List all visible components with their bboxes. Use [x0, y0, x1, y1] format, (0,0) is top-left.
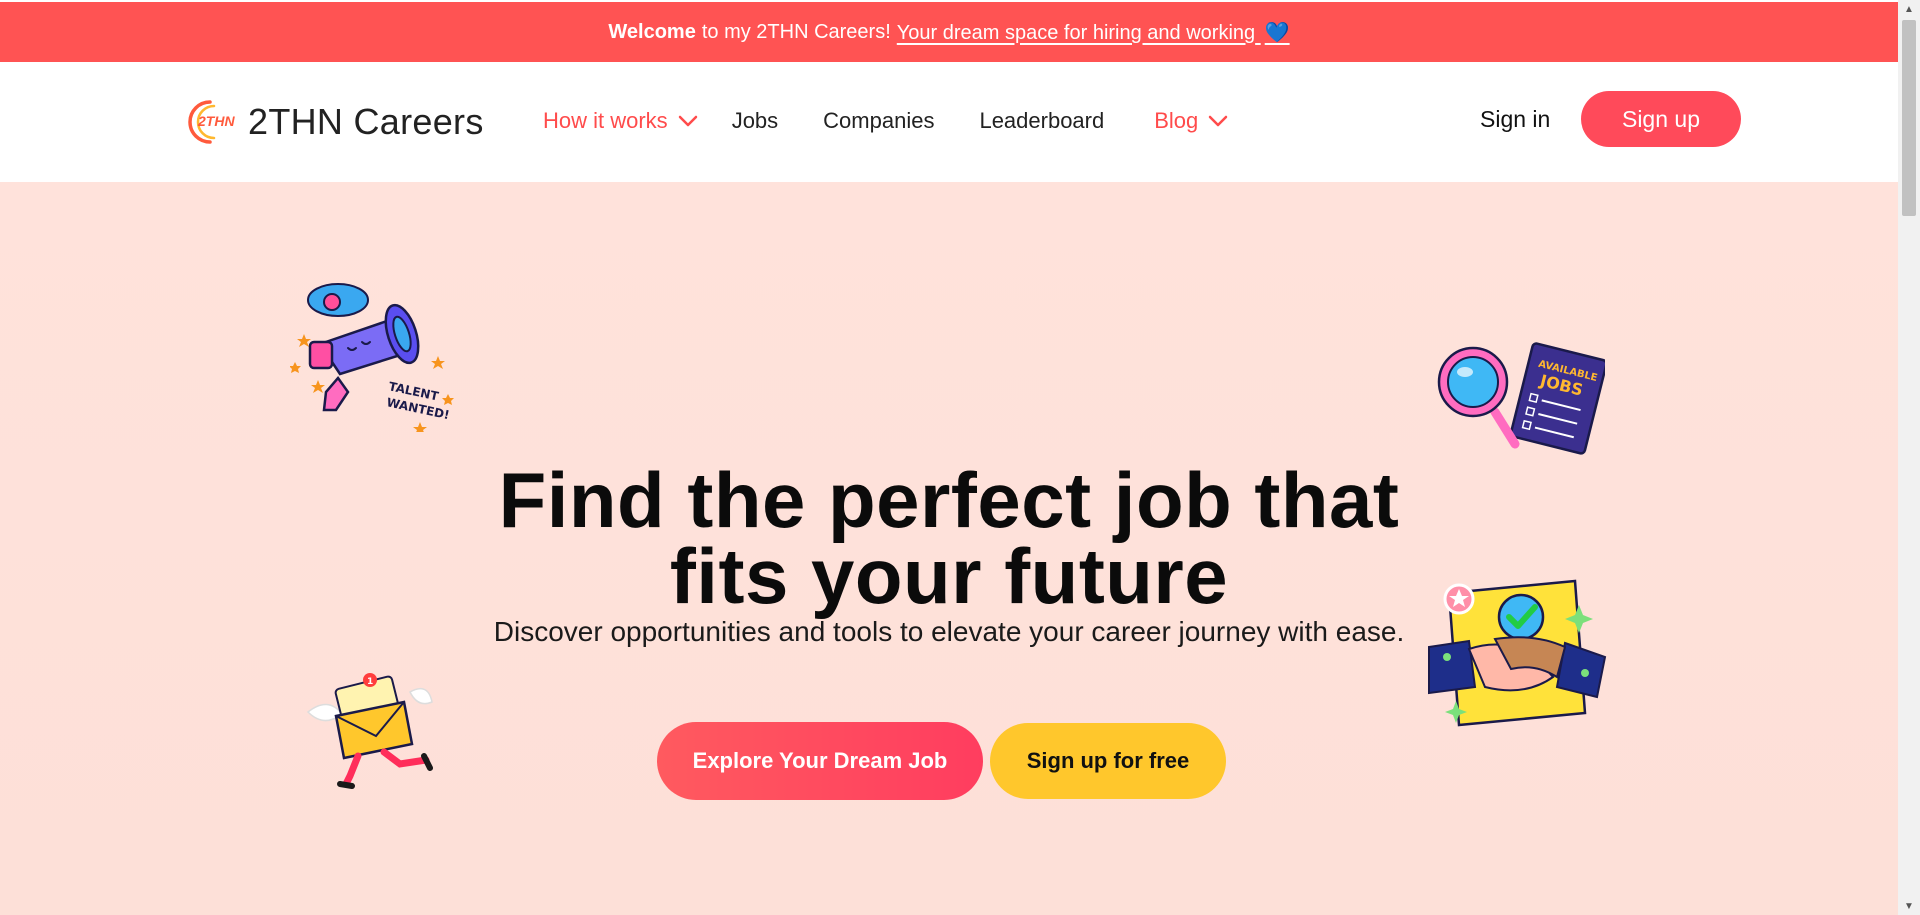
sign-up-button[interactable]: Sign up [1581, 91, 1741, 147]
site-header: 2THN 2THN Careers How it works Jobs Comp… [0, 62, 1898, 182]
page: Welcome to my 2THN Careers! Your dream s… [0, 0, 1898, 915]
announcement-link-text: Your dream space for hiring and working [896, 21, 1256, 44]
hero-section: TALENT WANTED! AVAILABLE JOBS 1 Find the… [0, 182, 1898, 915]
megaphone-sticker: TALENT WANTED! [290, 283, 454, 432]
scroll-thumb[interactable] [1902, 20, 1916, 216]
nav-how-it-works[interactable]: How it works [543, 108, 698, 134]
nav-jobs-label: Jobs [731, 108, 779, 133]
flying-envelope-sticker: 1 [306, 673, 433, 789]
scroll-up-arrow-icon[interactable]: ▲ [1898, 0, 1920, 18]
nav-companies[interactable]: Companies [823, 108, 934, 134]
page-scrollbar[interactable]: ▲ ▼ [1898, 0, 1920, 915]
sign-in-link[interactable]: Sign in [1480, 106, 1550, 133]
chevron-down-icon [1209, 115, 1228, 127]
logo-icon: 2THN [188, 100, 235, 144]
svg-text:1: 1 [367, 677, 373, 687]
nav-how-it-works-label: How it works [543, 108, 668, 133]
explore-dream-job-button[interactable]: Explore Your Dream Job [657, 722, 983, 800]
announcement-link[interactable]: Your dream space for hiring and working … [897, 20, 1290, 45]
announcement-bar: Welcome to my 2THN Careers! Your dream s… [0, 2, 1898, 62]
announcement-bold: Welcome [608, 20, 696, 43]
scroll-down-arrow-icon[interactable]: ▼ [1898, 897, 1920, 915]
logo-mark-text: 2THN [197, 113, 235, 129]
heart-icon: 💙 [1264, 21, 1290, 44]
sign-up-free-button[interactable]: Sign up for free [990, 723, 1226, 799]
nav-blog-label: Blog [1154, 108, 1199, 133]
chevron-down-icon [678, 115, 697, 127]
hero-title: Find the perfect job that fits your futu… [0, 456, 1898, 621]
nav-jobs[interactable]: Jobs [732, 108, 778, 134]
logo-text: 2THN Careers [248, 101, 484, 142]
hero-title-line1: Find the perfect job that [498, 456, 1400, 545]
available-jobs-sticker: AVAILABLE JOBS [1437, 342, 1605, 455]
hero-subtitle: Discover opportunities and tools to elev… [493, 616, 1405, 647]
announcement-text: to my 2THN Careers! [701, 20, 891, 43]
nav-leaderboard-label: Leaderboard [979, 108, 1105, 133]
nav-leaderboard[interactable]: Leaderboard [979, 108, 1104, 134]
nav-companies-label: Companies [823, 108, 935, 133]
logo[interactable]: 2THN 2THN Careers [180, 98, 484, 146]
nav-blog[interactable]: Blog [1154, 108, 1228, 134]
hero-title-line2: fits your future [669, 532, 1229, 621]
main-nav: How it works Jobs Companies Leaderboard … [543, 108, 1228, 134]
